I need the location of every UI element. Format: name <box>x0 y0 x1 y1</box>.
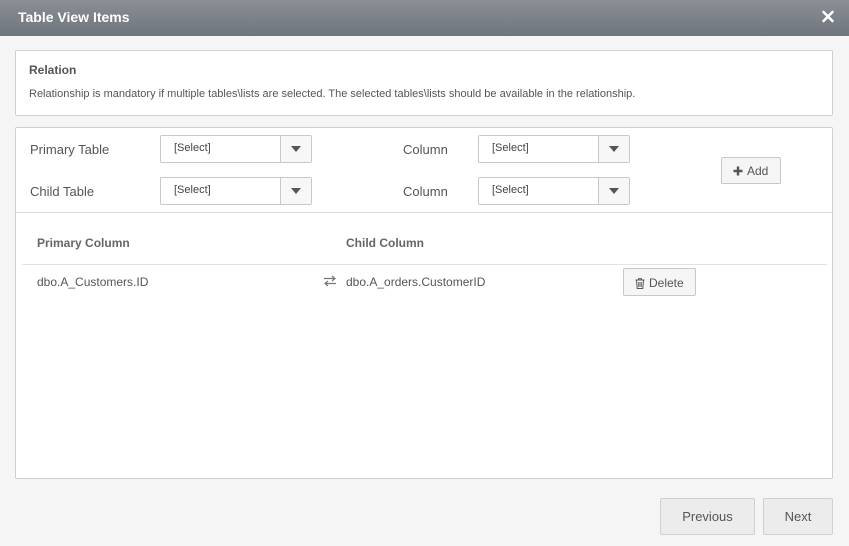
dialog-title: Table View Items <box>18 9 130 25</box>
relation-info-panel: Relation Relationship is mandatory if mu… <box>15 50 833 116</box>
relationship-editor-panel: Primary Table [Select] Column [Select] C… <box>15 127 833 479</box>
child-table-select-value: [Select] <box>174 184 211 196</box>
relation-description: Relationship is mandatory if multiple ta… <box>29 88 636 100</box>
child-column-header: Child Column <box>346 236 424 250</box>
child-column-cell: dbo.A_orders.CustomerID <box>346 275 486 289</box>
previous-button[interactable]: Previous <box>660 498 755 535</box>
primary-table-label: Primary Table <box>30 142 110 157</box>
child-column-label: Column <box>403 184 448 199</box>
delete-button-label: Delete <box>649 276 684 290</box>
primary-column-cell: dbo.A_Customers.ID <box>37 275 149 289</box>
chevron-down-icon <box>598 136 629 162</box>
primary-table-select-value: [Select] <box>174 142 211 154</box>
child-table-select[interactable]: [Select] <box>160 177 312 205</box>
child-column-select[interactable]: [Select] <box>478 177 630 205</box>
chevron-down-icon <box>598 178 629 204</box>
dialog-titlebar: Table View Items <box>0 0 849 36</box>
plus-icon <box>733 166 743 176</box>
next-button[interactable]: Next <box>763 498 833 535</box>
add-relationship-button[interactable]: Add <box>721 157 781 184</box>
primary-column-header: Primary Column <box>37 236 130 250</box>
add-button-label: Add <box>747 164 769 178</box>
form-divider <box>16 212 832 213</box>
child-column-select-value: [Select] <box>492 184 529 196</box>
swap-arrows-icon <box>323 274 337 287</box>
child-table-label: Child Table <box>30 184 95 199</box>
chevron-down-icon <box>280 178 311 204</box>
primary-table-select[interactable]: [Select] <box>160 135 312 163</box>
primary-column-label: Column <box>403 142 448 157</box>
primary-column-select[interactable]: [Select] <box>478 135 630 163</box>
trash-icon <box>635 277 645 289</box>
primary-column-select-value: [Select] <box>492 142 529 154</box>
relation-heading: Relation <box>29 63 77 77</box>
chevron-down-icon <box>280 136 311 162</box>
header-divider <box>22 264 827 265</box>
close-icon[interactable] <box>821 8 835 24</box>
delete-button[interactable]: Delete <box>623 268 696 296</box>
